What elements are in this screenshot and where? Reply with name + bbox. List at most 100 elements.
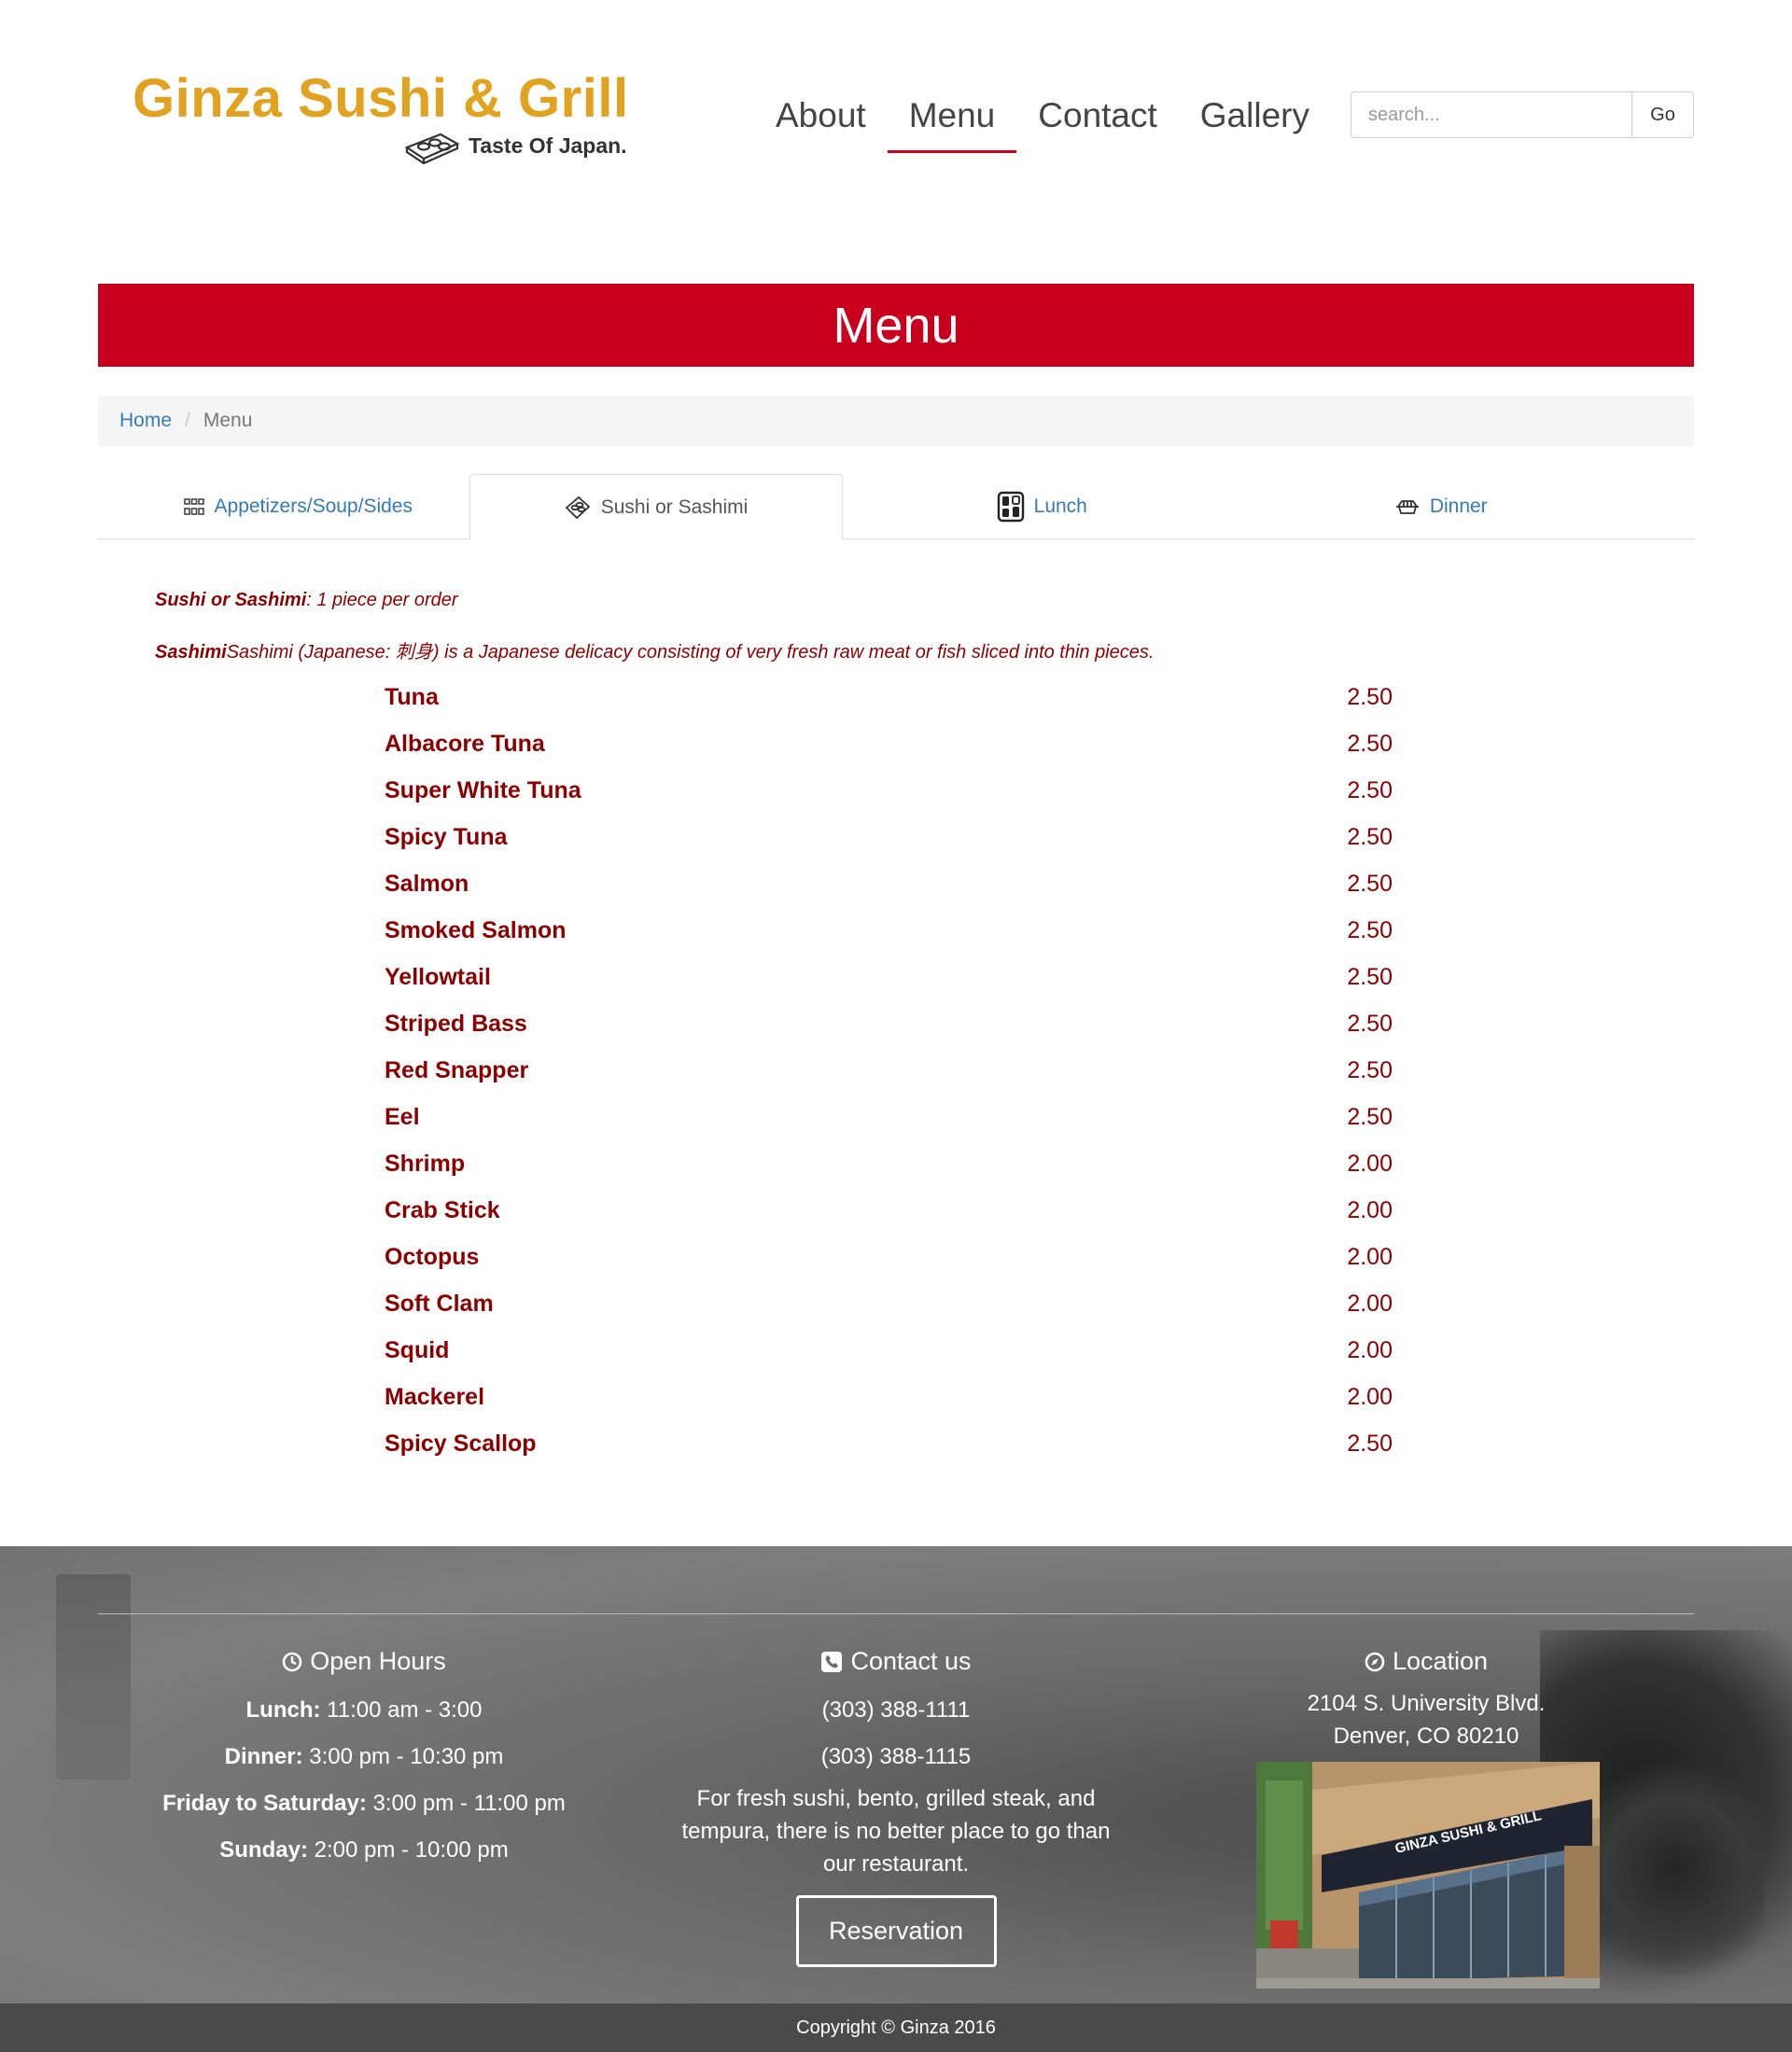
menu-item-price: 2.50 — [1347, 730, 1393, 757]
reservation-button[interactable]: Reservation — [795, 1895, 997, 1967]
menu-item-row: Eel 2.50 — [385, 1094, 1393, 1140]
hours-row: Friday to Saturday: 3:00 pm - 11:00 pm — [112, 1780, 616, 1827]
menu-item-price: 2.50 — [1347, 1103, 1393, 1130]
menu-item-price: 2.00 — [1347, 1290, 1393, 1317]
menu-item-row: Mackerel 2.00 — [385, 1374, 1393, 1420]
logo-tagline: Taste Of Japan. — [403, 127, 627, 164]
menu-item-row: Shrimp 2.00 — [385, 1140, 1393, 1187]
search-go-button[interactable]: Go — [1632, 91, 1694, 138]
compass-icon — [1365, 1652, 1385, 1671]
tab-appetizers[interactable]: Appetizers/Soup/Sides — [98, 474, 497, 539]
nav-about[interactable]: About — [754, 91, 888, 153]
menu-item-row: Striped Bass 2.50 — [385, 1000, 1393, 1047]
footer-location: Location 2104 S. University Blvd. Denver… — [1183, 1647, 1669, 1752]
menu-item-name: Eel — [385, 1103, 420, 1130]
open-hours-title: Open Hours — [310, 1647, 446, 1675]
footer-open-hours: Open Hours Lunch: 11:00 am - 3:00 Dinner… — [112, 1647, 616, 1874]
nav-gallery[interactable]: Gallery — [1179, 91, 1331, 153]
menu-item-name: Spicy Tuna — [385, 823, 508, 850]
menu-item-price: 2.50 — [1347, 776, 1393, 803]
hours-value: 2:00 pm - 10:00 pm — [307, 1837, 509, 1863]
menu-item-name: Yellowtail — [385, 963, 491, 990]
bento-icon — [997, 491, 1024, 523]
tab-appetizers-label: Appetizers/Soup/Sides — [214, 496, 413, 517]
tab-dinner[interactable]: Dinner — [1241, 474, 1641, 539]
phone-number-2[interactable]: (303) 388-1115 — [644, 1734, 1148, 1780]
menu-item-price: 2.50 — [1347, 916, 1393, 943]
phone-number-1[interactable]: (303) 388-1111 — [644, 1687, 1148, 1734]
tab-sushi-label: Sushi or Sashimi — [600, 496, 749, 518]
menu-item-price: 2.00 — [1347, 1336, 1393, 1363]
hours-label: Lunch: — [245, 1697, 321, 1723]
contact-heading: Contact us — [644, 1647, 1148, 1676]
menu-item-row: Spicy Scallop 2.50 — [385, 1420, 1393, 1467]
search-input[interactable] — [1351, 91, 1632, 138]
menu-item-name: Mackerel — [385, 1383, 485, 1410]
tab-lunch[interactable]: Lunch — [843, 474, 1242, 539]
sushi-icon — [565, 496, 591, 519]
menu-item-name: Striped Bass — [385, 1010, 527, 1037]
breadcrumb-separator: / — [185, 410, 190, 431]
intro-portion-title: Sushi or Sashimi — [155, 590, 307, 610]
intro-description-title: Sashimi — [155, 642, 227, 663]
hours-label: Friday to Saturday: — [162, 1791, 367, 1816]
phone-icon — [821, 1651, 843, 1672]
main-nav: About Menu Contact Gallery — [754, 91, 1331, 153]
menu-item-row: Albacore Tuna 2.50 — [385, 720, 1393, 767]
contact-description: For fresh sushi, bento, grilled steak, a… — [681, 1786, 1111, 1877]
hours-row: Sunday: 2:00 pm - 10:00 pm — [112, 1827, 616, 1874]
copyright: Copyright © Ginza 2016 — [0, 2003, 1792, 2052]
menu-intro-portion: Sushi or Sashimi: 1 piece per order — [155, 590, 458, 611]
menu-item-name: Albacore Tuna — [385, 730, 545, 757]
page-title-bar: Menu — [98, 284, 1694, 367]
menu-intro-description: SashimiSashimi (Japanese: 刺身) is a Japan… — [155, 636, 1154, 663]
location-heading: Location — [1183, 1647, 1669, 1676]
tab-sushi-sashimi[interactable]: Sushi or Sashimi — [469, 474, 843, 540]
menu-item-row: Red Snapper 2.50 — [385, 1047, 1393, 1094]
menu-item-price: 2.00 — [1347, 1150, 1393, 1177]
address-line-1: 2104 S. University Blvd. — [1307, 1691, 1546, 1716]
bowls-icon — [183, 498, 204, 515]
restaurant-storefront-photo: GINZA SUSHI & GRILL — [1256, 1762, 1600, 1989]
open-hours-heading: Open Hours — [112, 1647, 616, 1676]
contact-title: Contact us — [850, 1647, 972, 1675]
location-title: Location — [1392, 1647, 1489, 1675]
hours-row: Lunch: 11:00 am - 3:00 — [112, 1687, 616, 1734]
menu-item-row: Spicy Tuna 2.50 — [385, 814, 1393, 860]
menu-item-price: 2.50 — [1347, 1056, 1393, 1083]
breadcrumb-home-link[interactable]: Home — [119, 410, 172, 432]
nav-contact[interactable]: Contact — [1016, 91, 1179, 153]
menu-item-name: Shrimp — [385, 1150, 466, 1177]
menu-item-name: Tuna — [385, 683, 439, 710]
menu-item-row: Smoked Salmon 2.50 — [385, 907, 1393, 954]
menu-tabs: Appetizers/Soup/Sides Sushi or Sashimi L… — [98, 474, 1694, 540]
menu-item-name: Smoked Salmon — [385, 916, 567, 943]
search-form: Go — [1351, 91, 1694, 138]
menu-item-price: 2.00 — [1347, 1383, 1393, 1410]
menu-item-row: Soft Clam 2.00 — [385, 1280, 1393, 1327]
menu-item-name: Octopus — [385, 1243, 480, 1270]
storefront-image: GINZA SUSHI & GRILL — [1256, 1762, 1600, 1989]
logo-title: Ginza Sushi & Grill — [133, 68, 629, 129]
menu-item-name: Squid — [385, 1336, 450, 1363]
site-header: Ginza Sushi & Grill Taste Of Japan. Abou… — [0, 0, 1792, 196]
intro-description-text: Sashimi (Japanese: 刺身) is a Japanese del… — [226, 642, 1155, 663]
nav-menu[interactable]: Menu — [887, 91, 1017, 153]
site-logo[interactable]: Ginza Sushi & Grill Taste Of Japan. — [133, 67, 637, 170]
menu-item-name: Spicy Scallop — [385, 1430, 537, 1457]
menu-item-list: Tuna 2.50 Albacore Tuna 2.50 Super White Tun… — [385, 674, 1393, 1467]
tagline-text: Taste Of Japan. — [469, 133, 627, 158]
menu-item-name: Soft Clam — [385, 1290, 494, 1317]
clock-icon — [282, 1652, 302, 1671]
address-line-2: Denver, CO 80210 — [1333, 1724, 1519, 1749]
tab-lunch-label: Lunch — [1033, 496, 1087, 517]
hours-row: Dinner: 3:00 pm - 10:30 pm — [112, 1734, 616, 1780]
menu-item-row: Squid 2.00 — [385, 1327, 1393, 1374]
intro-portion-text: : 1 piece per order — [306, 590, 458, 610]
grill-icon — [1395, 500, 1419, 514]
menu-item-price: 2.00 — [1347, 1196, 1393, 1223]
footer-contact: Contact us (303) 388-1111 (303) 388-1115… — [644, 1647, 1148, 1967]
menu-item-price: 2.50 — [1347, 963, 1393, 990]
hours-value: 11:00 am - 3:00 — [320, 1697, 483, 1723]
menu-item-row: Yellowtail 2.50 — [385, 954, 1393, 1000]
